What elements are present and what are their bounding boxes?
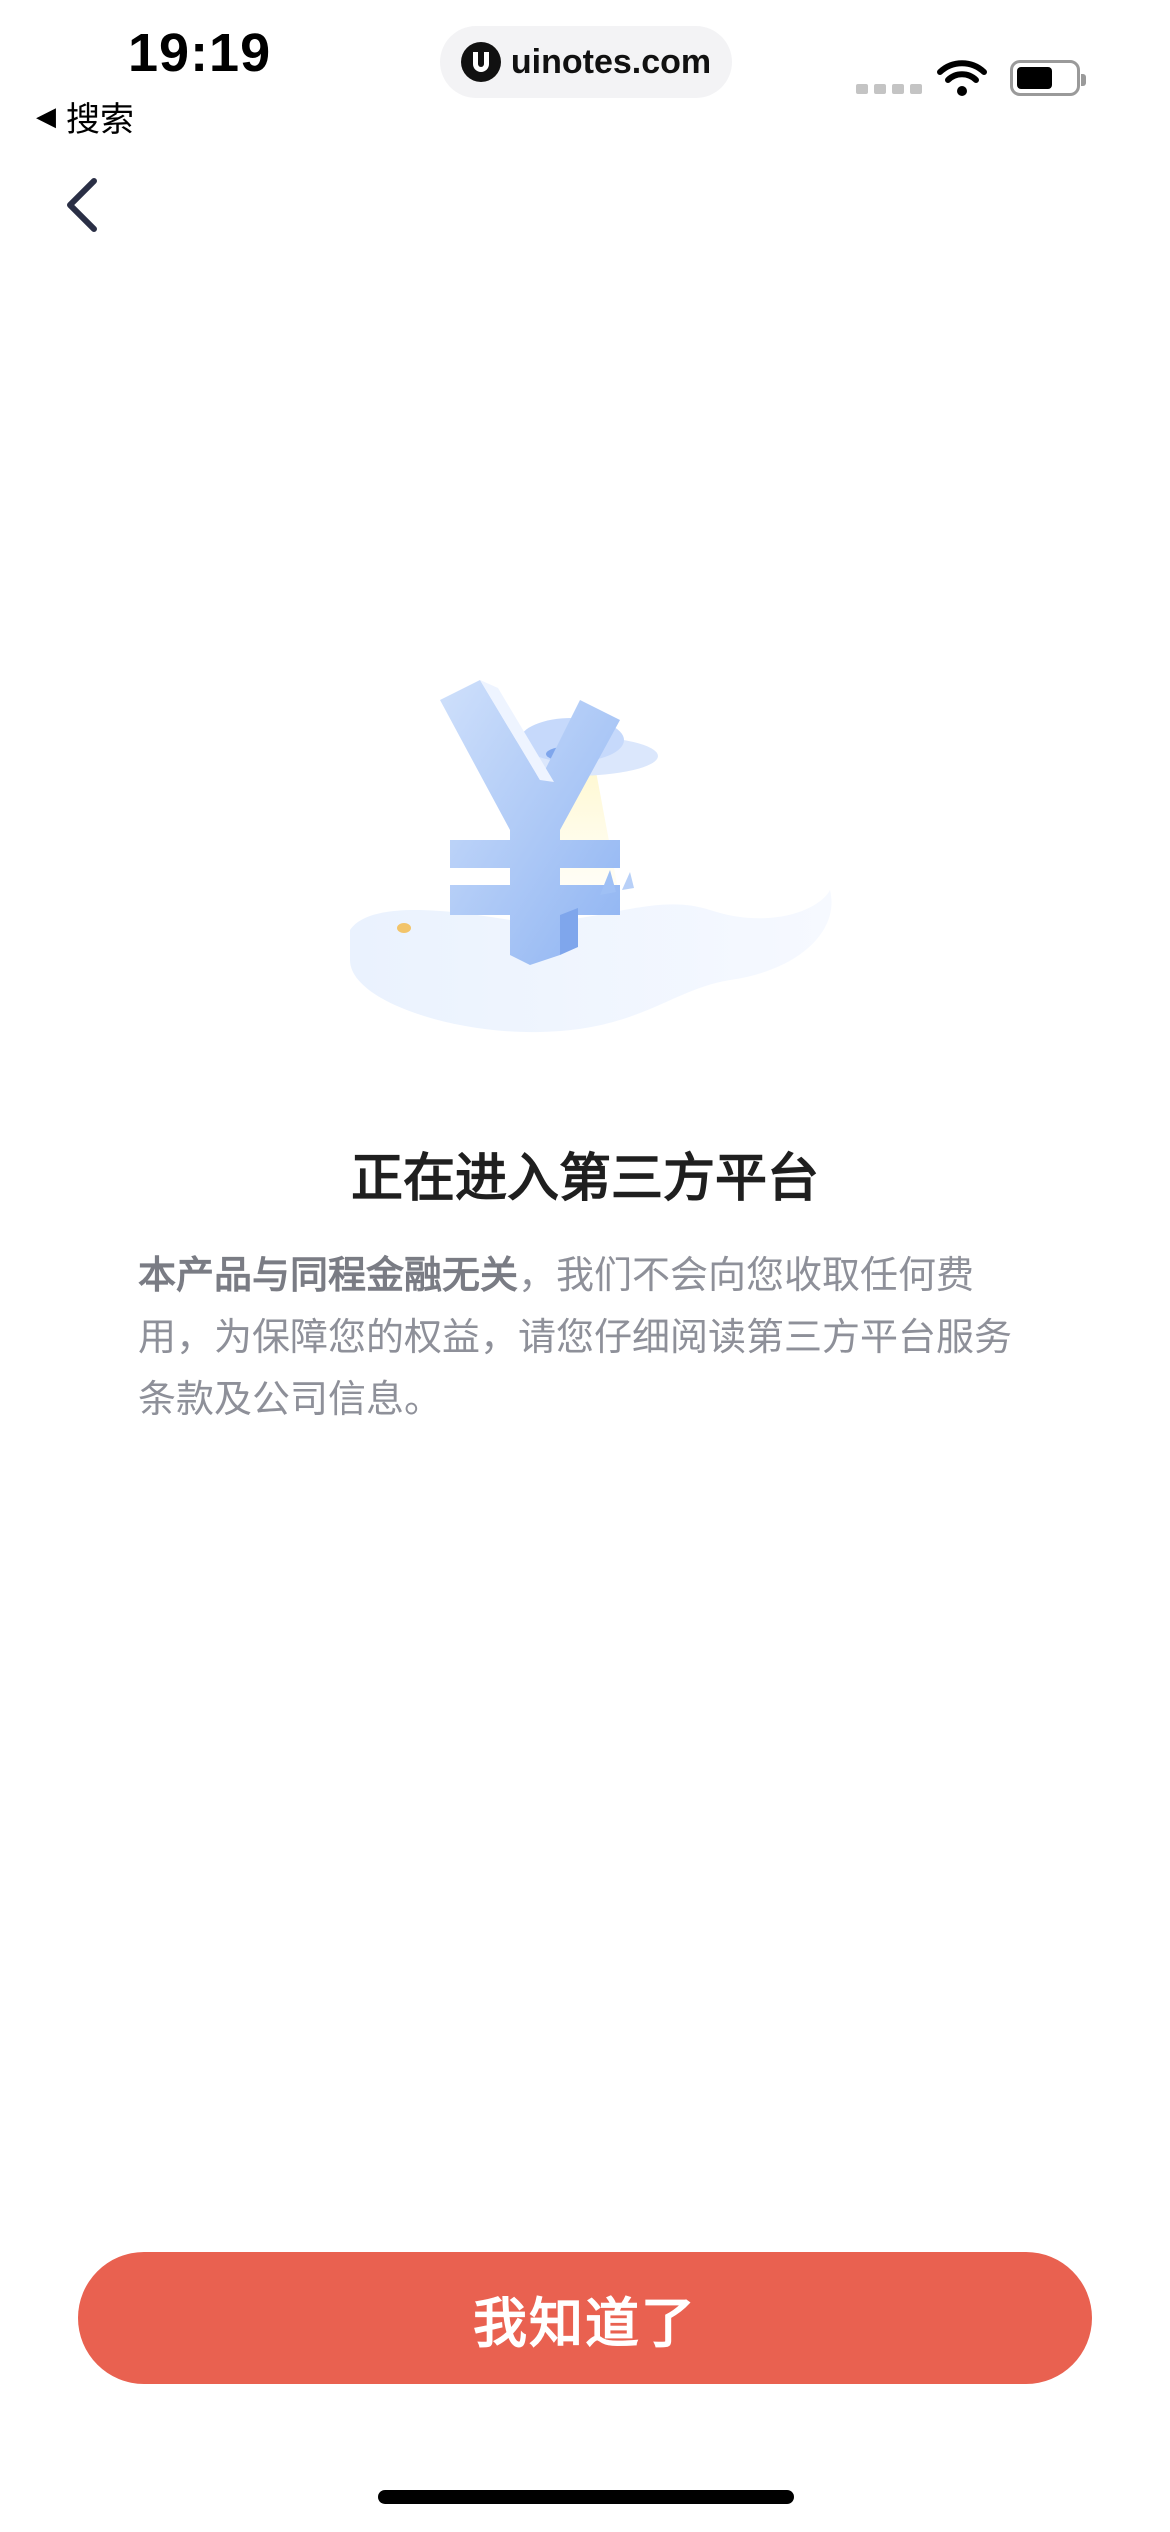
back-triangle-icon: ◀ (36, 101, 56, 132)
wifi-icon (937, 60, 987, 96)
battery-icon (1010, 60, 1086, 96)
signal-icon (856, 84, 922, 94)
yuan-ufo-illustration (350, 680, 832, 1033)
notice-description-bold: 本产品与同程金融无关 (138, 1253, 519, 1297)
home-indicator (378, 2490, 794, 2504)
page-title: 正在进入第三方平台 (350, 1149, 819, 1209)
status-time: 19:19 (128, 23, 272, 83)
confirm-button[interactable]: 我知道了 (78, 2252, 1092, 2384)
site-logo-icon (460, 42, 501, 82)
back-to-app-button[interactable]: ◀ 搜索 (36, 92, 134, 141)
nav-back-button[interactable] (54, 170, 110, 240)
url-text: uinotes.com (510, 42, 712, 81)
url-pill[interactable]: uinotes.com (440, 26, 732, 98)
chevron-left-icon (67, 178, 97, 232)
back-app-label: 搜索 (66, 100, 134, 140)
notice-description: 本产品与同程金融无关，我们不会向您收取任何费用，为保障您的权益，请您仔细阅读第三… (138, 1244, 1038, 1430)
